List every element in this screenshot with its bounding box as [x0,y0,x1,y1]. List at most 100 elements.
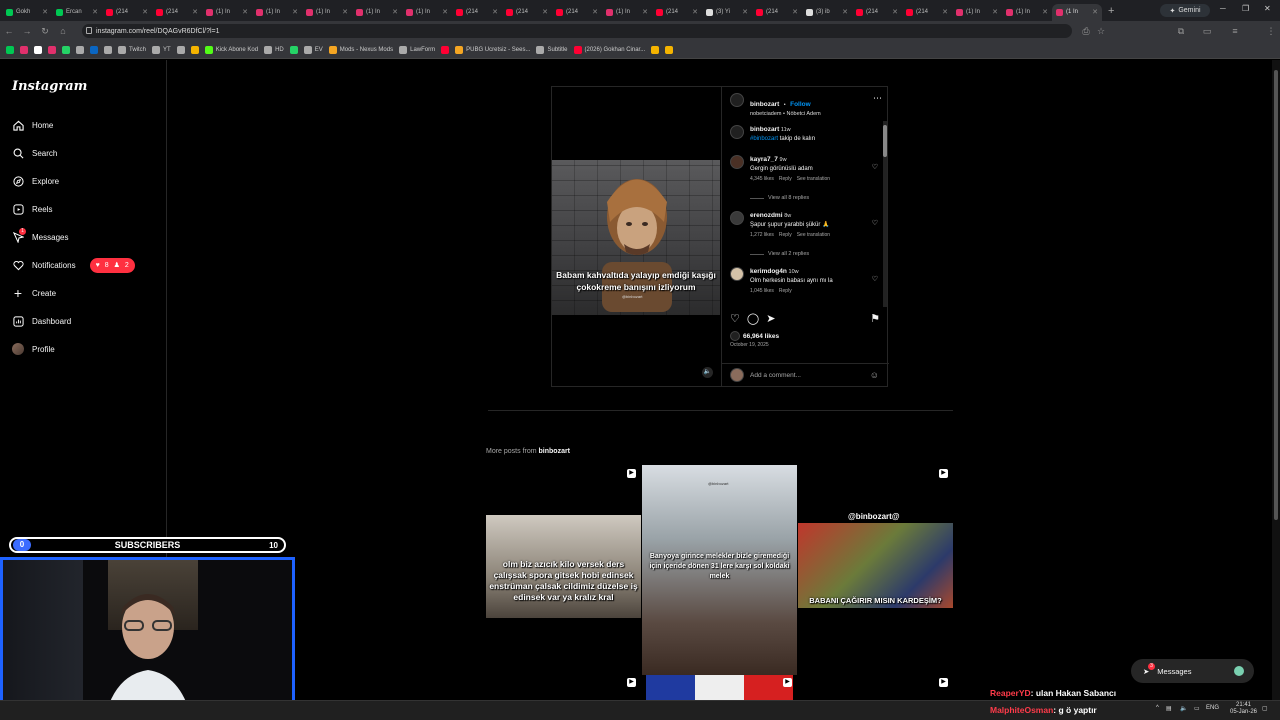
scrollbar-thumb[interactable] [883,125,887,157]
close-tab-icon[interactable]: ✕ [692,8,698,16]
view-replies-link[interactable]: View all 8 replies [750,195,809,201]
close-window-button[interactable]: ✕ [1264,4,1271,13]
author-avatar[interactable] [730,125,744,139]
see-translation-link[interactable]: See translation [797,232,830,238]
close-tab-icon[interactable]: ✕ [242,8,248,16]
browser-tab[interactable]: (1) In ✕ [1002,4,1052,21]
browser-tab[interactable]: (1) In ✕ [402,4,452,21]
bookmark-item[interactable] [62,45,70,54]
commenter-avatar[interactable] [730,267,744,281]
bookmark-item[interactable] [90,45,98,54]
browser-tab[interactable]: (1 In ✕ [1052,3,1102,21]
close-tab-icon[interactable]: ✕ [892,8,898,16]
menu-kebab-icon[interactable]: ⋮ [1262,26,1280,37]
close-tab-icon[interactable]: ✕ [792,8,798,16]
bookmark-item[interactable]: Subtitle [536,45,568,54]
extensions-puzzle-icon[interactable]: ⧉ [1172,26,1190,37]
browser-tab[interactable]: (3) ib ✕ [802,4,852,21]
language-indicator[interactable]: ENG [1206,705,1219,711]
close-tab-icon[interactable]: ✕ [392,8,398,16]
bookmark-item[interactable] [34,45,42,54]
close-tab-icon[interactable]: ✕ [42,8,48,16]
minimize-button[interactable]: ─ [1220,4,1226,13]
bookmark-star-icon[interactable]: ☆ [1092,26,1110,37]
url-field[interactable]: instagram.com/reel/DQAGvR6DfCl/?l=1 [82,24,1072,38]
comment-username[interactable]: erenozdmi [750,212,783,219]
like-comment-icon[interactable]: ♡ [872,163,878,171]
browser-tab[interactable]: (214 ✕ [152,4,202,21]
close-tab-icon[interactable]: ✕ [492,8,498,16]
bookmark-item[interactable] [289,45,298,54]
close-tab-icon[interactable]: ✕ [592,8,598,16]
comment-username[interactable]: kerimdog4n [750,268,787,275]
volume-icon[interactable]: 🔈 [1180,705,1187,712]
browser-tab[interactable]: Ercan ✕ [52,4,102,21]
messages-pill[interactable]: ➤ 3 Messages [1131,659,1254,683]
nav-create[interactable]: + Create [12,283,56,303]
close-tab-icon[interactable]: ✕ [442,8,448,16]
browser-tab[interactable]: (214 ✕ [552,4,602,21]
notification-center-icon[interactable]: ▢ [1262,705,1268,712]
view-replies-link[interactable]: View all 2 replies [750,251,809,257]
bookmark-item[interactable] [665,45,674,54]
browser-tab[interactable]: (214 ✕ [652,4,702,21]
browser-tab[interactable]: (1) In ✕ [302,4,352,21]
author-avatar[interactable] [730,93,744,107]
reply-button[interactable]: Reply [779,176,792,182]
browser-tab[interactable]: (214 ✕ [452,4,502,21]
new-tab-button[interactable]: + [1102,5,1120,17]
close-tab-icon[interactable]: ✕ [142,8,148,16]
reply-button[interactable]: Reply [779,288,792,294]
see-translation-link[interactable]: See translation [797,176,830,182]
close-tab-icon[interactable]: ✕ [542,8,548,16]
close-tab-icon[interactable]: ✕ [1092,8,1098,16]
bookmark-item[interactable]: Mods - Nexus Mods [328,45,393,54]
close-tab-icon[interactable]: ✕ [992,8,998,16]
more-post-item[interactable]: @binbozart@ BABANI ÇAĞIRIR MISIN KARDEŞİ… [798,465,953,700]
bookmark-item[interactable]: PUBG Ucretsiz - Sees... [455,45,530,54]
bookmark-item[interactable]: (2026) Gokhan Cinar... [573,45,645,54]
browser-tab[interactable]: (1) In ✕ [202,4,252,21]
add-comment-input[interactable]: Add a comment... [750,372,864,379]
close-tab-icon[interactable]: ✕ [342,8,348,16]
bookmark-item[interactable] [176,45,185,54]
browser-tab[interactable]: (1) In ✕ [352,4,402,21]
scrollbar-thumb[interactable] [1274,70,1278,520]
network-icon[interactable]: ▤ [1166,705,1172,712]
nav-home[interactable]: Home [12,115,53,135]
page-scrollbar[interactable] [1272,60,1280,700]
nav-explore[interactable]: Explore [12,171,59,191]
browser-tab[interactable]: (1) In ✕ [602,4,652,21]
nav-reels[interactable]: Reels [12,199,52,219]
bookmark-item[interactable] [6,45,14,54]
audio-label[interactable]: nobetciadem • Nöbetci Adem [750,111,821,117]
comments-scrollbar[interactable] [883,121,887,307]
instagram-logo[interactable]: Instagram [12,79,87,94]
browser-tab[interactable]: (214 ✕ [752,4,802,21]
author-username[interactable]: binbozart [750,101,779,108]
bookmark-item[interactable] [441,45,450,54]
home-button[interactable]: ⌂ [54,26,72,36]
comment-username[interactable]: binbozart [750,126,779,133]
comment-likes[interactable]: 1,045 likes [750,288,774,294]
follow-button[interactable]: Follow [790,101,811,108]
like-comment-icon[interactable]: ♡ [872,275,878,283]
commenter-avatar[interactable] [730,211,744,225]
browser-tab[interactable]: (1) In ✕ [952,4,1002,21]
reload-button[interactable]: ↻ [36,26,54,37]
bookmark-item[interactable]: YT [152,45,171,54]
gemini-button[interactable]: ✦ Gemini [1160,4,1210,17]
like-icon[interactable]: ♡ [730,313,740,327]
close-tab-icon[interactable]: ✕ [842,8,848,16]
comment-likes[interactable]: 1,272 likes [750,232,774,238]
clock[interactable]: 21:41 05-Jan-26 [1230,702,1257,716]
bookmark-item[interactable] [20,45,28,54]
share-icon[interactable]: ➤ [766,313,775,327]
like-comment-icon[interactable]: ♡ [872,219,878,227]
browser-tab[interactable]: (214 ✕ [852,4,902,21]
nav-messages[interactable]: 1 Messages [12,227,68,247]
save-bookmark-icon[interactable]: ⚑ [870,313,880,327]
bookmark-item[interactable] [48,45,56,54]
reply-button[interactable]: Reply [779,232,792,238]
bookmark-item[interactable]: Twitch [118,45,146,54]
